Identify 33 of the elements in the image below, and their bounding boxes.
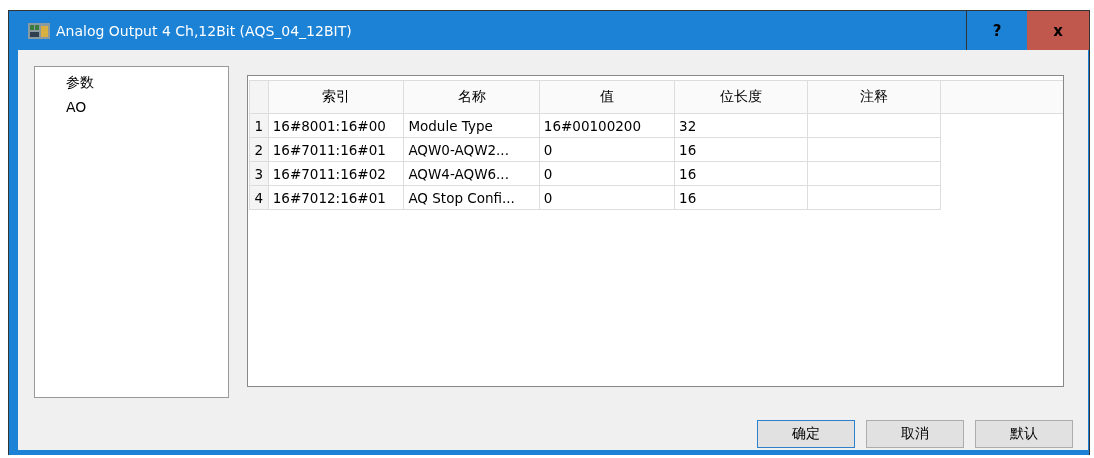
row-number: 1: [249, 113, 269, 138]
table-cell: 0: [539, 137, 675, 162]
column-header[interactable]: 索引: [268, 80, 404, 114]
dialog-button[interactable]: 取消: [866, 420, 964, 448]
table-cell: 16: [674, 185, 808, 210]
table-cell: 0: [539, 161, 675, 186]
row-number: 2: [249, 137, 269, 162]
dialog-button[interactable]: 默认: [975, 420, 1073, 448]
window-title: Analog Output 4 Ch,12Bit (AQS_04_12BIT): [56, 22, 353, 39]
close-button[interactable]: x: [1027, 11, 1089, 50]
tree-item[interactable]: AO: [35, 95, 91, 120]
column-header[interactable]: 值: [539, 80, 675, 114]
table-cell: 16#8001:16#00: [268, 113, 404, 138]
table-cell: 16: [674, 137, 808, 162]
table-cell: AQW4-AQW6...: [403, 161, 540, 186]
table-cell: 16#7011:16#01: [268, 137, 404, 162]
table-cell: AQ Stop Confi...: [403, 185, 540, 210]
row-number: 3: [249, 161, 269, 186]
table-cell: Module Type: [403, 113, 540, 138]
column-header[interactable]: 名称: [403, 80, 540, 114]
table-cell: 32: [674, 113, 808, 138]
column-header[interactable]: 注释: [807, 80, 941, 114]
row-number: 4: [249, 185, 269, 210]
table-cell: 16#7011:16#02: [268, 161, 404, 186]
table-cell: 16#7012:16#01: [268, 185, 404, 210]
column-header[interactable]: 位长度: [674, 80, 808, 114]
table-cell: 16: [674, 161, 808, 186]
module-icon: [28, 22, 50, 39]
table-cell: 0: [539, 185, 675, 210]
dialog-button[interactable]: 确定: [757, 420, 855, 448]
table-cell: 16#00100200: [539, 113, 675, 138]
table-cell: AQW0-AQW2...: [403, 137, 540, 162]
tree-item[interactable]: 参数: [35, 70, 98, 95]
